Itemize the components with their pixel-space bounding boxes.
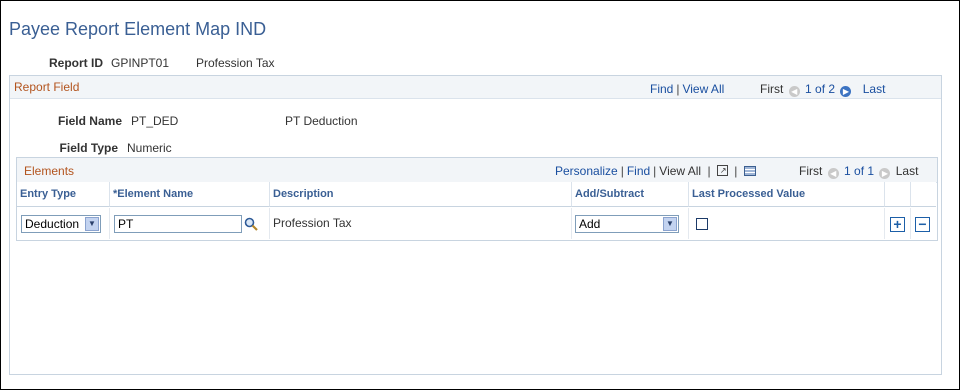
report-field-nav: Find | View All: [650, 82, 725, 96]
report-description: Profession Tax: [196, 56, 275, 70]
chevron-down-icon[interactable]: ▼: [85, 217, 99, 231]
personalize-link[interactable]: Personalize: [555, 164, 618, 178]
element-name-input[interactable]: PT: [114, 215, 242, 233]
cell-last-processed: [689, 208, 885, 239]
column-add-row: [885, 182, 911, 207]
elements-nav: Personalize | Find | View All | ↗ |: [555, 164, 756, 178]
page-title: Payee Report Element Map IND: [9, 19, 267, 39]
grid-first-label: First: [799, 164, 823, 178]
last-link[interactable]: Last: [863, 82, 886, 96]
elements-title: Elements: [24, 164, 75, 178]
elements-grid: Elements Personalize | Find | View All | ↗ |…: [16, 157, 938, 241]
elements-grid-header: Elements Personalize | Find | View All | ↗ |…: [17, 158, 937, 183]
grid-page-range: 1 of 1: [844, 164, 875, 178]
cell-add-row: +: [885, 208, 911, 239]
chevron-down-icon[interactable]: ▼: [663, 217, 677, 231]
cell-entry-type: Deduction ▼: [17, 208, 110, 239]
column-element-name: *Element Name: [110, 182, 270, 207]
field-type-label: Field Type: [59, 141, 118, 155]
delete-row-icon[interactable]: −: [915, 217, 930, 232]
last-processed-checkbox[interactable]: [696, 218, 708, 230]
cell-add-subtract: Add ▼: [572, 208, 689, 239]
entry-type-select[interactable]: Deduction ▼: [21, 215, 101, 233]
next-arrow-icon[interactable]: ▶: [840, 86, 852, 97]
cell-description: Profession Tax: [270, 208, 572, 239]
report-field-header: Report Field Find | View All First ◀ 1 of …: [10, 76, 941, 99]
find-link[interactable]: Find: [650, 82, 673, 96]
column-last-processed: Last Processed Value: [689, 182, 885, 207]
view-all-link[interactable]: View All: [682, 82, 724, 96]
report-field-title: Report Field: [14, 80, 80, 94]
field-type-value: Numeric: [127, 141, 172, 155]
column-entry-type: Entry Type: [17, 182, 110, 207]
add-subtract-value: Add: [579, 217, 601, 231]
field-name-label: Field Name: [57, 114, 122, 128]
entry-type-value: Deduction: [25, 217, 80, 231]
grid-find-link[interactable]: Find: [627, 164, 650, 178]
grid-last-label: Last: [895, 164, 919, 178]
column-add-subtract: Add/Subtract: [572, 182, 689, 207]
report-id-value: GPINPT01: [111, 56, 170, 70]
report-field-pager: First ◀ 1 of 2 ▶ Last: [760, 82, 885, 97]
description-value: Profession Tax: [273, 216, 352, 230]
grid-previous-arrow-icon[interactable]: ◀: [827, 168, 839, 179]
report-id-label: Report ID: [49, 56, 103, 70]
cell-element-name: PT: [110, 208, 270, 239]
first-label: First: [760, 82, 784, 96]
field-name-value: PT_DED: [131, 114, 179, 128]
page-frame: Payee Report Element Map IND Report ID G…: [0, 0, 960, 390]
download-grid-icon[interactable]: [743, 166, 756, 176]
field-name-description: PT Deduction: [285, 114, 358, 128]
search-icon[interactable]: [244, 217, 258, 231]
page-range: 1 of 2: [805, 82, 836, 96]
grid-view-all-label[interactable]: View All: [659, 164, 701, 178]
column-description: Description: [270, 182, 572, 207]
cell-delete-row: −: [911, 208, 936, 239]
column-delete-row: [911, 182, 936, 207]
zoom-icon[interactable]: ↗: [716, 165, 728, 176]
previous-arrow-icon[interactable]: ◀: [788, 86, 800, 97]
elements-pager: First ◀ 1 of 1 ▶ Last: [799, 164, 918, 179]
grid-next-arrow-icon[interactable]: ▶: [879, 168, 891, 179]
add-row-icon[interactable]: +: [890, 217, 905, 232]
add-subtract-select[interactable]: Add ▼: [575, 215, 679, 233]
